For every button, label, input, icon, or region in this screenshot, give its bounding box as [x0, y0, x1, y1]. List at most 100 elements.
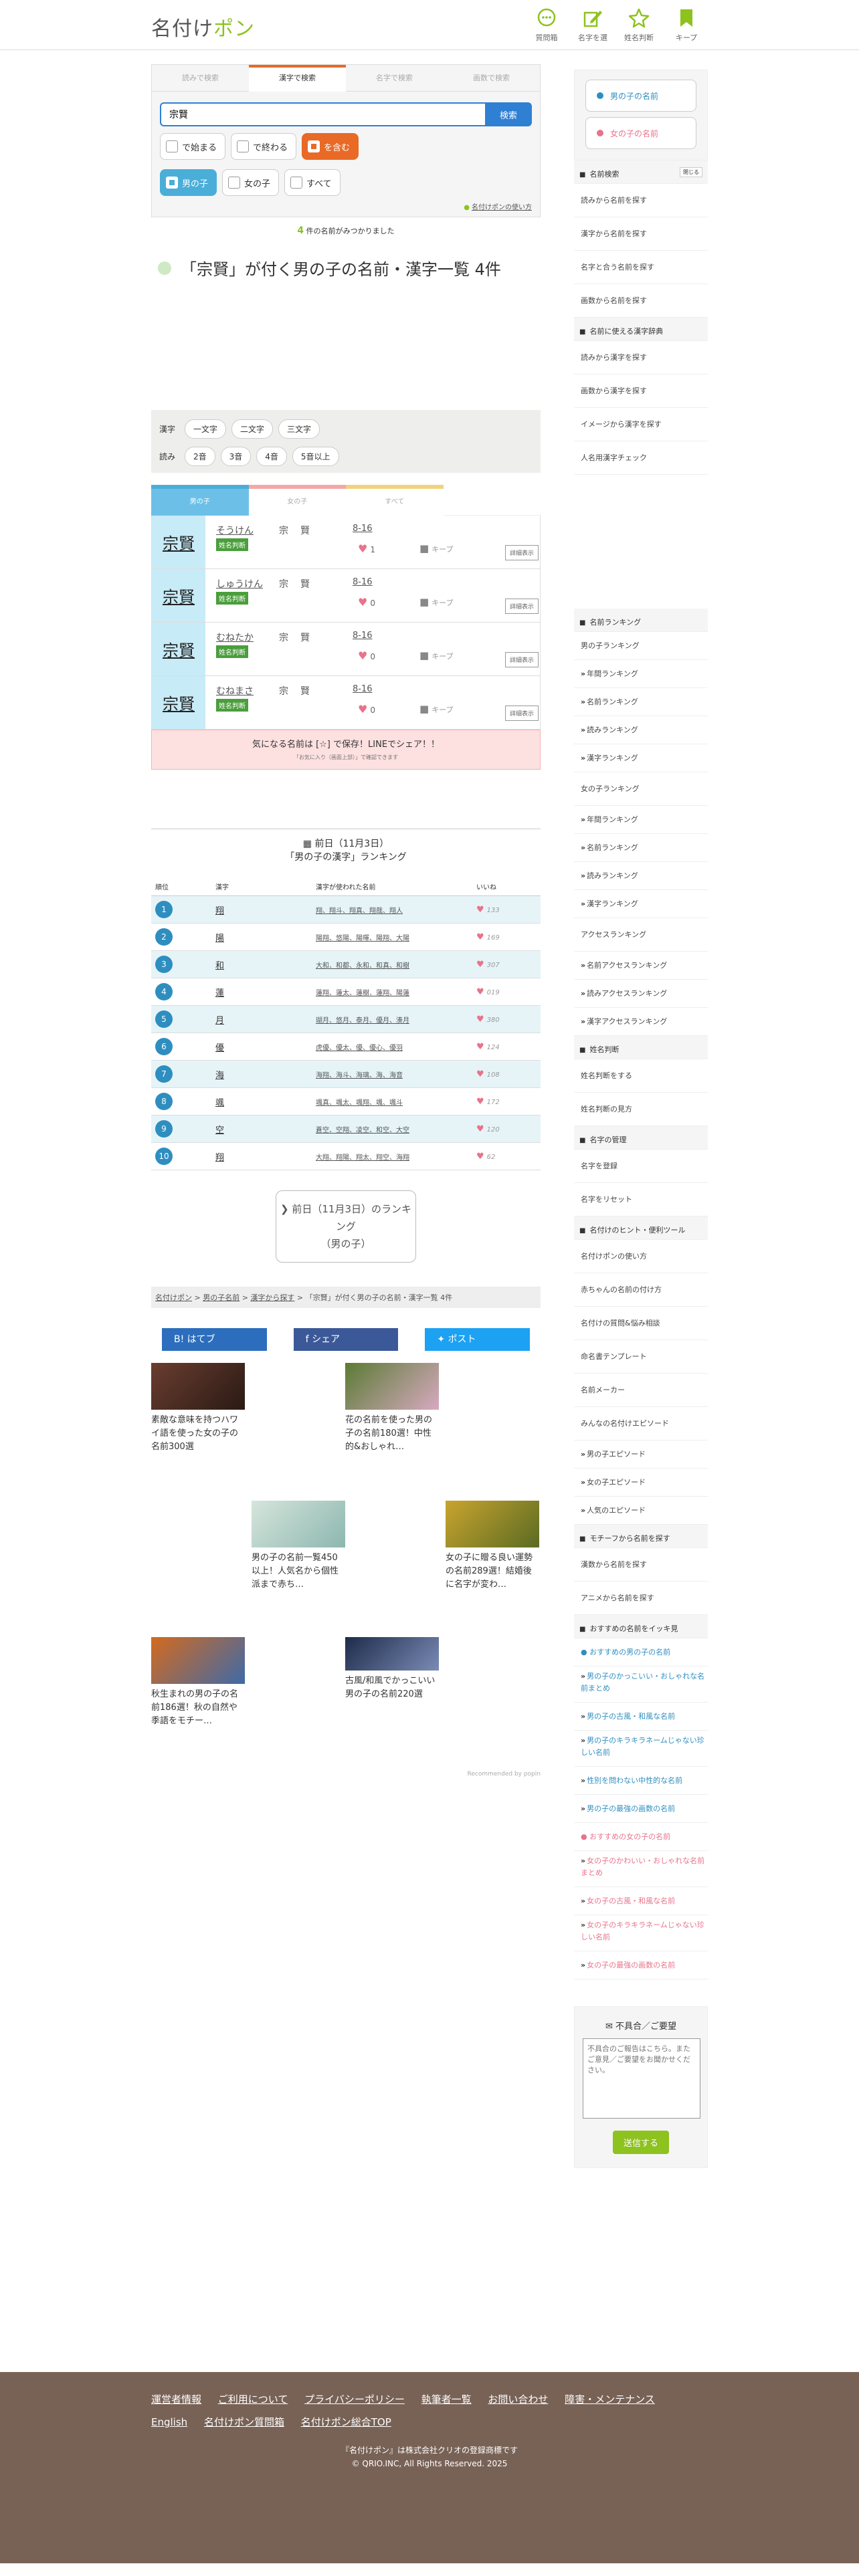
sidebar-link[interactable]: 命名書テンプレート [574, 1340, 708, 1374]
footer-link[interactable]: お問い合わせ [488, 2393, 548, 2405]
sidebar-link[interactable]: » 女の子の最強の画数の名前 [574, 1951, 708, 1979]
ranking-names[interactable]: 大翔、翔陽、翔太、翔空、海翔 [316, 1154, 409, 1162]
sidebar-link[interactable]: 女の子ランキング [574, 772, 708, 806]
footer-link[interactable]: 執筆者一覧 [421, 2393, 472, 2405]
ranking-names[interactable]: 蒼空、空翔、凌空、和空、大空 [316, 1127, 409, 1134]
recommend-item[interactable]: 男の子の名前一覧450以上！人気名から個性派まで赤ち… [252, 1501, 345, 1592]
footer-link[interactable]: ご利用について [218, 2393, 288, 2405]
sidebar-link[interactable]: » 男の子エピソード [574, 1440, 708, 1469]
sidebar-link[interactable]: » 漢字ランキング [574, 890, 708, 918]
ranking-kanji-link[interactable]: 颯 [215, 1098, 224, 1108]
sidebar-link[interactable]: アクセスランキング [574, 918, 708, 952]
site-logo[interactable]: 名付けポン [151, 12, 255, 41]
sidebar-link[interactable]: » 人気のエピソード [574, 1497, 708, 1525]
sidebar-link[interactable]: » 女の子エピソード [574, 1469, 708, 1497]
ranking-kanji-link[interactable]: 海 [215, 1071, 224, 1081]
gender-girl[interactable]: 女の子 [222, 169, 280, 196]
like-button[interactable]: ♥ 0 [358, 649, 375, 662]
girl-names-button[interactable]: 女の子の名前 [585, 117, 696, 149]
sidebar-link[interactable]: 名付けポンの使い方 [574, 1240, 708, 1273]
sidebar-link[interactable]: 画数から名前を探す [574, 284, 708, 318]
fortune-tag[interactable]: 姓名判断 [216, 592, 248, 605]
facebook-button[interactable]: f シェア [293, 1328, 399, 1351]
sidebar-link[interactable]: » 年間ランキング [574, 660, 708, 688]
keep-button[interactable]: ■ キープ [419, 649, 454, 661]
yomi-filter-2[interactable]: 2音 [185, 447, 215, 466]
ranking-kanji-link[interactable]: 優 [215, 1043, 224, 1053]
ranking-names[interactable]: 颯真、颯太、颯翔、颯、颯斗 [316, 1099, 403, 1107]
detail-button[interactable]: 詳細表示 [504, 652, 539, 667]
ranking-names[interactable]: 大和、和都、永和、和真、和樹 [316, 962, 409, 970]
recommend-item[interactable]: 花の名前を使った男の子の名前180選！中性的&おしゃれ… [345, 1363, 439, 1454]
sidebar-link[interactable]: 読みから名前を探す [574, 184, 708, 217]
sidebar-link[interactable]: みんなの名付けエピソード [574, 1407, 708, 1440]
sidebar-link[interactable]: » 女の子のキラキラネームじゃない珍しい名前 [574, 1915, 708, 1951]
breadcrumb-link[interactable]: 漢字から探す [250, 1293, 294, 1302]
sidebar-link[interactable]: 男の子ランキング [574, 632, 708, 660]
name-kanji-link[interactable]: 宗賢 [152, 569, 205, 622]
sidebar-link[interactable]: 読みから漢字を探す [574, 341, 708, 374]
sidebar-link[interactable]: 人名用漢字チェック [574, 441, 708, 475]
twitter-button[interactable]: ✦ ポスト [425, 1328, 531, 1351]
search-button[interactable]: 検索 [485, 102, 532, 126]
fortune-tag[interactable]: 姓名判断 [216, 645, 248, 658]
sidebar-link[interactable]: 姓名判断の見方 [574, 1093, 708, 1126]
detail-button[interactable]: 詳細表示 [504, 599, 539, 614]
detail-button[interactable]: 詳細表示 [504, 545, 539, 560]
footer-link[interactable]: 名付けポン総合TOP [301, 2416, 391, 2428]
sidebar-link[interactable]: 名字を登録 [574, 1150, 708, 1183]
detail-button[interactable]: 詳細表示 [504, 706, 539, 721]
recommend-item[interactable]: 秋生まれの男の子の名前186選！秋の自然や季語をモチー… [151, 1637, 245, 1728]
ranking-kanji-link[interactable]: 月 [215, 1016, 224, 1026]
sidebar-link[interactable]: 漢数から名前を探す [574, 1548, 708, 1582]
ranking-names[interactable]: 陽翔、悠陽、陽暉、陽翔、大陽 [316, 935, 409, 942]
stroke-count-link[interactable]: 8-16 [353, 684, 373, 694]
nav-keep[interactable]: キープ [666, 8, 706, 43]
checkbox[interactable] [166, 177, 178, 189]
sidebar-link[interactable]: » 男の子のキラキラネームじゃない珍しい名前 [574, 1731, 708, 1767]
keep-button[interactable]: ■ キープ [419, 542, 454, 554]
nav-fortune[interactable]: 姓名判断 [619, 8, 659, 43]
stroke-count-link[interactable]: 8-16 [353, 631, 373, 641]
like-button[interactable]: ♥ 0 [358, 703, 375, 716]
checkbox[interactable] [228, 177, 241, 189]
ranking-kanji-link[interactable]: 空 [215, 1125, 224, 1136]
like-button[interactable]: ♥ 0 [358, 596, 375, 609]
sidebar-link[interactable]: » 女の子の古風・和風な名前 [574, 1887, 708, 1915]
howto-link[interactable]: 名付けポンの使い方 [160, 201, 532, 211]
tab-strokes[interactable]: 画数で検索 [443, 65, 540, 92]
footer-link[interactable]: English [151, 2416, 187, 2428]
kanji-filter-1[interactable]: 一文字 [185, 419, 227, 439]
kanji-filter-2[interactable]: 二文字 [231, 419, 274, 439]
sidebar-link[interactable]: » 女の子のかわいい・おしゃれな名前まとめ [574, 1851, 708, 1887]
gender-boy[interactable]: 男の子 [160, 169, 217, 196]
name-reading-link[interactable]: しゅうけん [216, 577, 263, 591]
yomi-filter-5[interactable]: 5音以上 [292, 447, 339, 466]
name-reading-link[interactable]: むねたか [216, 631, 254, 644]
close-toggle[interactable]: 閉じる [680, 167, 702, 177]
breadcrumb-link[interactable]: 男の子名前 [203, 1293, 240, 1302]
sidebar-link[interactable]: » 読みアクセスランキング [574, 980, 708, 1008]
sidebar-link[interactable]: » 漢字アクセスランキング [574, 1008, 708, 1036]
checkbox[interactable] [237, 140, 250, 152]
ranking-names[interactable]: 翔、翔斗、翔真、翔哉、翔人 [316, 907, 403, 915]
sidebar-link[interactable]: 姓名判断をする [574, 1059, 708, 1093]
stroke-count-link[interactable]: 8-16 [353, 577, 373, 587]
name-kanji-link[interactable]: 宗賢 [152, 516, 205, 568]
footer-link[interactable]: 運営者情報 [151, 2393, 201, 2405]
sidebar-link[interactable]: 画数から漢字を探す [574, 374, 708, 408]
tab-kanji[interactable]: 漢字で検索 [249, 65, 346, 92]
name-kanji-link[interactable]: 宗賢 [152, 676, 205, 729]
sidebar-link[interactable]: » 読みランキング [574, 862, 708, 890]
fortune-tag[interactable]: 姓名判断 [216, 538, 248, 551]
hatena-button[interactable]: B! はてブ [162, 1328, 267, 1351]
sidebar-link[interactable]: » 読みランキング [574, 716, 708, 744]
match-starts-with[interactable]: で始まる [160, 133, 226, 160]
recommend-item[interactable]: 古風/和風でかっこいい男の子の名前220選 [345, 1637, 439, 1701]
sidebar-link[interactable]: » 名前アクセスランキング [574, 952, 708, 980]
ranking-kanji-link[interactable]: 蓮 [215, 988, 224, 998]
sidebar-link[interactable]: 名字と合う名前を探す [574, 251, 708, 284]
sidebar-link[interactable]: 名字をリセット [574, 1183, 708, 1216]
tab-boy[interactable]: 男の子 [151, 485, 249, 516]
sidebar-link[interactable]: » 名前ランキング [574, 834, 708, 862]
